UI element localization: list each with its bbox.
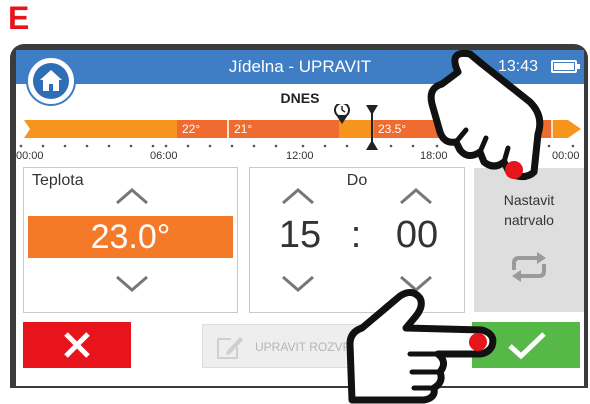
minutes-value: 00 (395, 214, 439, 256)
set-permanent-label-1: Nastavit (503, 192, 555, 208)
repeat-icon (512, 252, 546, 282)
tick-label: 00:00 (552, 150, 580, 162)
timeline-segment-label: 23.5° (378, 122, 407, 136)
tick-label: 00:00 (16, 150, 44, 162)
hours-value: 15 (278, 214, 322, 256)
cancel-button[interactable] (23, 322, 131, 368)
hand-pointer-icon (346, 289, 497, 404)
timeline-segment-label: 22° (182, 122, 201, 136)
set-permanent-label-2: natrvalo (504, 212, 554, 228)
hours-down-icon[interactable] (280, 274, 316, 294)
time-separator: : (350, 214, 362, 256)
hand-pointer-icon (427, 49, 544, 181)
check-icon (508, 332, 546, 360)
chevron-down-icon[interactable] (114, 274, 150, 294)
battery-tip (577, 64, 580, 69)
chevron-up-icon[interactable] (114, 186, 150, 206)
battery-icon (551, 60, 577, 73)
pencil-icon (217, 337, 243, 359)
temperature-panel: Teplota 23.0° (23, 167, 238, 313)
timeline-segment-label: 21° (234, 122, 253, 136)
tick-label: 12:00 (286, 150, 314, 162)
temperature-label: Teplota (32, 172, 84, 189)
corner-letter: E (8, 0, 30, 36)
minutes-up-icon[interactable] (398, 186, 434, 206)
hours-up-icon[interactable] (280, 186, 316, 206)
tick-label: 06:00 (150, 150, 178, 162)
x-icon (64, 332, 90, 358)
temperature-value: 23.0° (28, 216, 233, 258)
